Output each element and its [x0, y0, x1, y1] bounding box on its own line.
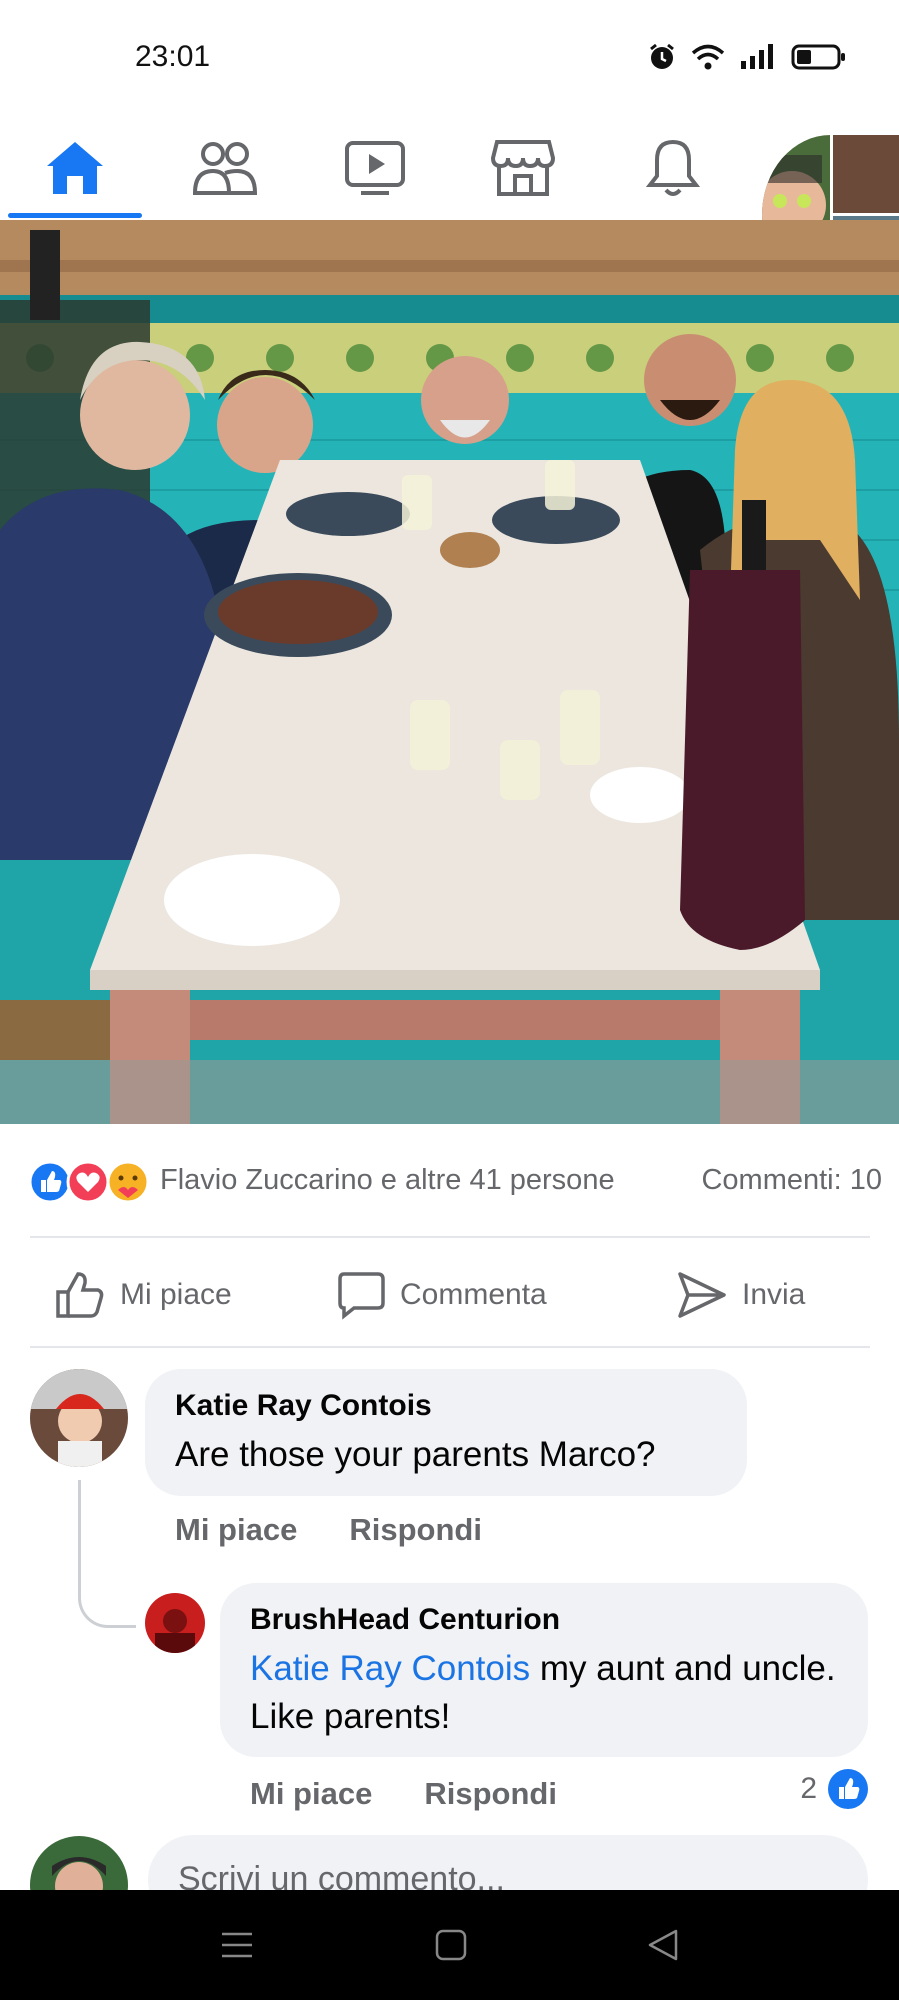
tab-home[interactable]: [20, 128, 130, 208]
video-icon: [345, 141, 405, 195]
like-reaction-icon: [828, 1769, 868, 1809]
system-nav-bar: [0, 1890, 899, 2000]
divider: [30, 1236, 870, 1238]
tab-watch[interactable]: [320, 128, 430, 208]
send-button[interactable]: Invia: [676, 1270, 805, 1320]
my-avatar: [30, 1836, 128, 1890]
reply-actions: Mi piace Rispondi: [250, 1776, 557, 1812]
comment-actions: Mi piace Rispondi: [175, 1512, 482, 1548]
reply-bubble: BrushHead Centurion Katie Ray Contois my…: [220, 1583, 868, 1757]
tab-marketplace[interactable]: [468, 128, 578, 208]
comment-input[interactable]: Scrivi un commento...: [148, 1835, 868, 1890]
comment-icon: [338, 1272, 385, 1320]
comment-button[interactable]: Commenta: [336, 1270, 547, 1320]
post-actions: Mi piace Commenta Invia: [0, 1240, 899, 1345]
post-photo[interactable]: [0, 220, 899, 1124]
tab-notifications[interactable]: [618, 128, 728, 208]
comment-bubble: Katie Ray Contois Are those your parents…: [145, 1369, 747, 1496]
menu-icon[interactable]: [220, 1928, 254, 1962]
like-reaction-icon: [28, 1160, 72, 1204]
reply-reply-button[interactable]: Rispondi: [424, 1776, 557, 1812]
alarm-icon: [650, 43, 674, 69]
friends-icon: [192, 142, 258, 195]
care-reaction-icon: [106, 1160, 150, 1204]
status-time: 23:01: [135, 40, 211, 73]
comment-like-button[interactable]: Mi piace: [175, 1512, 297, 1548]
wifi-icon: [691, 44, 725, 70]
reply-like-button[interactable]: Mi piace: [250, 1776, 372, 1812]
reaction-icons: [28, 1160, 150, 1204]
comment-reply-button[interactable]: Rispondi: [349, 1512, 482, 1548]
reply-like-count[interactable]: 2: [800, 1768, 869, 1810]
reply-avatar[interactable]: [145, 1593, 205, 1653]
status-icons: [647, 42, 847, 72]
reply-like-number: 2: [800, 1772, 817, 1805]
active-tab-indicator: [8, 213, 142, 218]
back-icon[interactable]: [646, 1928, 680, 1962]
comment-author[interactable]: Katie Ray Contois: [175, 1389, 432, 1423]
comment-label: Commenta: [400, 1278, 547, 1311]
mention-link[interactable]: Katie Ray Contois: [250, 1649, 530, 1688]
shop-icon: [491, 140, 555, 196]
divider: [30, 1346, 870, 1348]
like-button[interactable]: Mi piace: [54, 1270, 232, 1320]
battery-icon: [791, 44, 845, 70]
send-icon: [678, 1272, 726, 1318]
home-button-icon[interactable]: [434, 1928, 468, 1962]
reply-thread-line: [78, 1480, 136, 1628]
comments-count[interactable]: Commenti: 10: [701, 1164, 882, 1197]
write-comment-row: Scrivi un commento...: [0, 1830, 899, 1890]
reply-text: Katie Ray Contois my aunt and uncle. Lik…: [250, 1645, 850, 1741]
home-icon: [47, 142, 103, 194]
like-label: Mi piace: [120, 1278, 232, 1311]
reactions-summary[interactable]: Flavio Zuccarino e altre 41 persone Comm…: [0, 1124, 899, 1239]
reply-author[interactable]: BrushHead Centurion: [250, 1603, 560, 1637]
thumbs-up-icon: [56, 1272, 104, 1318]
love-reaction-icon: [66, 1160, 110, 1204]
signal-icon: [741, 44, 773, 69]
commenter-avatar[interactable]: [30, 1369, 128, 1467]
comment-text: Are those your parents Marco?: [175, 1435, 656, 1474]
bell-icon: [645, 139, 701, 196]
tab-friends[interactable]: [170, 128, 280, 208]
send-label: Invia: [742, 1278, 806, 1311]
status-bar: 23:01: [0, 0, 899, 110]
reactions-text[interactable]: Flavio Zuccarino e altre 41 persone: [160, 1164, 615, 1197]
